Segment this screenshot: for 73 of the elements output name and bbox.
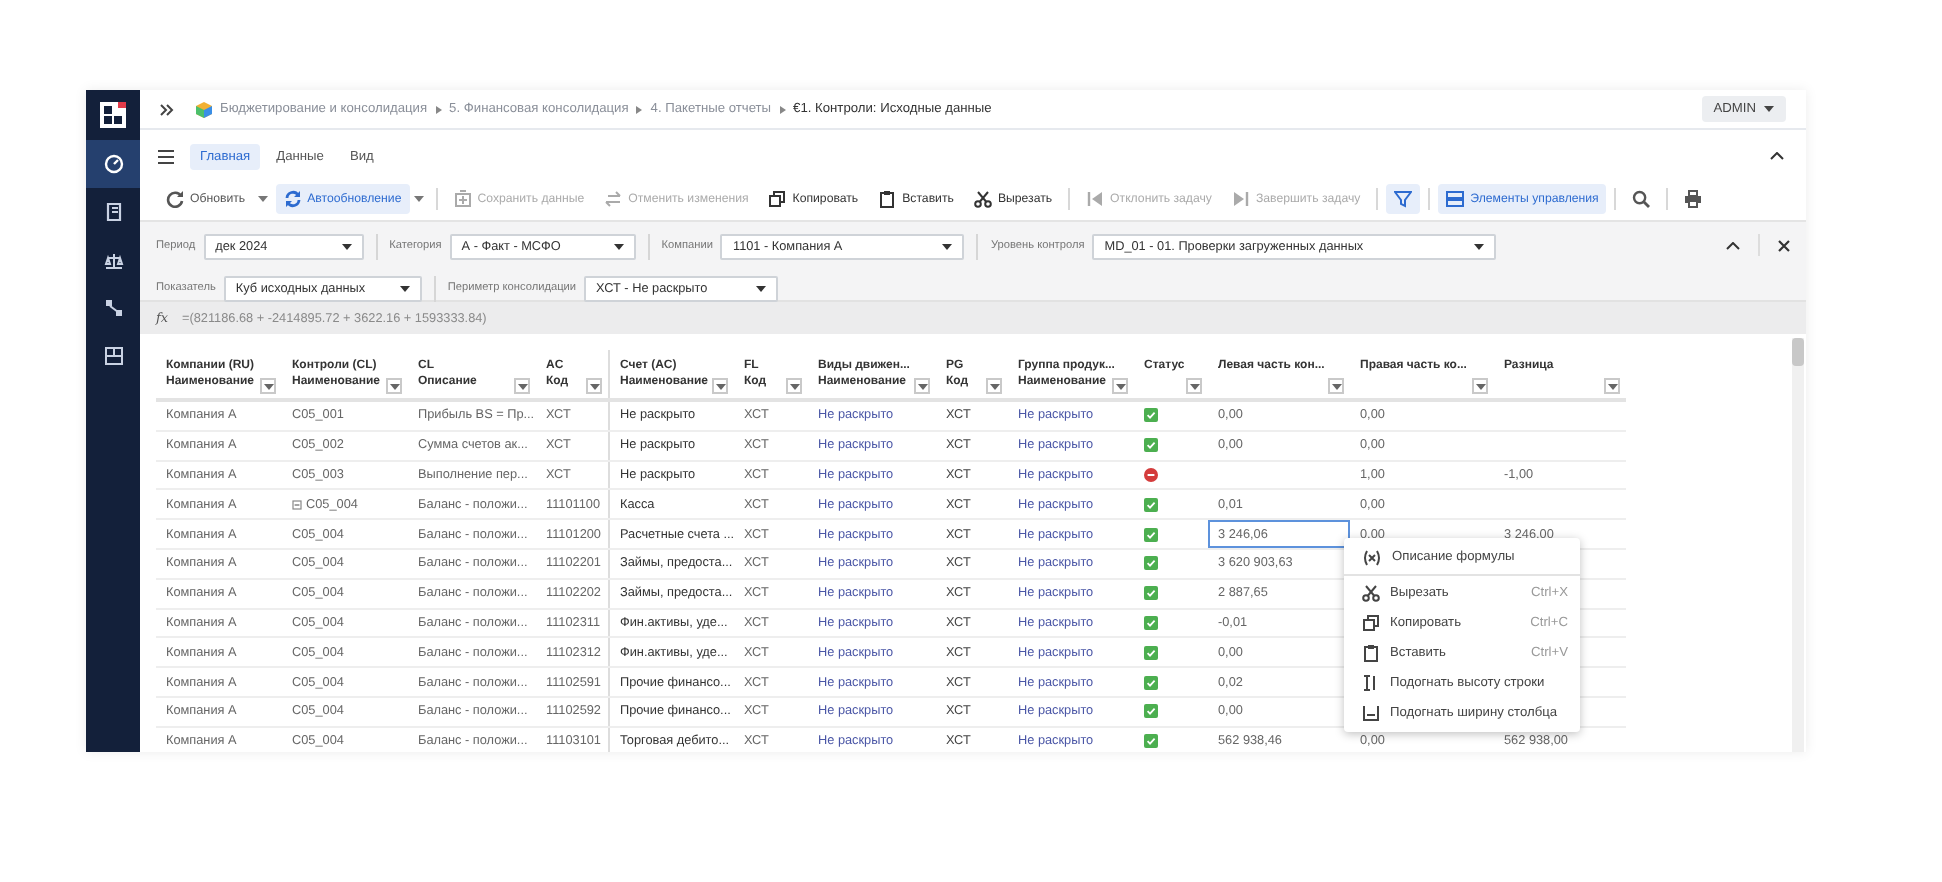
collapse-icon[interactable] bbox=[1770, 152, 1784, 160]
undo-icon bbox=[604, 189, 623, 207]
caret-icon bbox=[917, 383, 927, 389]
caret-icon bbox=[399, 285, 410, 291]
scissors-icon bbox=[973, 189, 992, 207]
clipboard-icon bbox=[878, 189, 897, 207]
column-filter-button[interactable] bbox=[712, 378, 728, 394]
column-width-icon bbox=[1362, 704, 1380, 722]
network-icon bbox=[103, 298, 123, 318]
caret-icon bbox=[1189, 383, 1199, 389]
caret-icon bbox=[1607, 383, 1617, 389]
column-filter-button[interactable] bbox=[260, 378, 276, 394]
column-filter-button[interactable] bbox=[1604, 378, 1620, 394]
save-icon bbox=[453, 189, 472, 207]
row-height-icon bbox=[1362, 674, 1380, 692]
list-icon bbox=[1446, 189, 1465, 207]
printer-icon bbox=[1684, 189, 1703, 207]
scissors-icon bbox=[1362, 584, 1380, 602]
copy-icon bbox=[1362, 614, 1380, 632]
dropdown-caret-icon bbox=[413, 195, 424, 201]
caret-icon bbox=[589, 383, 599, 389]
sync-icon bbox=[283, 189, 302, 207]
collapse-icon[interactable] bbox=[1726, 241, 1740, 249]
scrollbar[interactable] bbox=[1792, 338, 1804, 752]
search-icon bbox=[1632, 189, 1651, 207]
book-icon bbox=[103, 202, 123, 222]
copy-icon bbox=[768, 189, 787, 207]
caret-icon bbox=[389, 383, 399, 389]
caret-icon bbox=[517, 383, 527, 389]
column-filter-button[interactable] bbox=[1328, 378, 1344, 394]
dropdown-caret-icon bbox=[257, 195, 268, 201]
menu-icon[interactable] bbox=[158, 149, 174, 163]
clipboard-icon bbox=[1362, 644, 1380, 662]
caret-icon bbox=[341, 243, 352, 249]
filter-icon bbox=[1394, 189, 1413, 207]
separator-icon bbox=[435, 105, 442, 113]
caret-icon bbox=[715, 383, 725, 389]
formula-icon bbox=[1362, 549, 1382, 565]
column-filter-button[interactable] bbox=[1112, 378, 1128, 394]
column-filter-button[interactable] bbox=[986, 378, 1002, 394]
caret-icon bbox=[1764, 106, 1774, 112]
step-forward-icon bbox=[1231, 189, 1250, 207]
separator-icon bbox=[636, 105, 643, 113]
caret-icon bbox=[263, 383, 273, 389]
caret-icon bbox=[1475, 383, 1485, 389]
column-filter-button[interactable] bbox=[1186, 378, 1202, 394]
gauge-icon bbox=[103, 154, 123, 174]
cube-icon bbox=[196, 101, 212, 117]
caret-icon bbox=[989, 383, 999, 389]
separator-icon bbox=[779, 105, 786, 113]
dashboard-icon bbox=[103, 346, 123, 366]
column-filter-button[interactable] bbox=[1472, 378, 1488, 394]
column-filter-button[interactable] bbox=[514, 378, 530, 394]
filter-button[interactable] bbox=[1386, 183, 1421, 213]
caret-icon bbox=[942, 243, 953, 249]
caret-icon bbox=[1115, 383, 1125, 389]
caret-icon bbox=[1474, 243, 1485, 249]
caret-icon bbox=[1331, 383, 1341, 389]
expand-icon[interactable] bbox=[160, 103, 174, 115]
caret-icon bbox=[789, 383, 799, 389]
step-back-icon bbox=[1086, 189, 1105, 207]
column-filter-button[interactable] bbox=[914, 378, 930, 394]
logo-icon bbox=[100, 102, 126, 128]
column-filter-button[interactable] bbox=[586, 378, 602, 394]
column-filter-button[interactable] bbox=[786, 378, 802, 394]
column-filter-button[interactable] bbox=[386, 378, 402, 394]
refresh-icon bbox=[166, 189, 184, 207]
caret-icon bbox=[756, 285, 767, 291]
close-icon[interactable] bbox=[1778, 239, 1790, 251]
caret-icon bbox=[613, 243, 624, 249]
sidebar-item[interactable] bbox=[86, 140, 140, 188]
scale-icon bbox=[103, 250, 123, 270]
collapse-toggle-icon[interactable] bbox=[292, 499, 302, 510]
